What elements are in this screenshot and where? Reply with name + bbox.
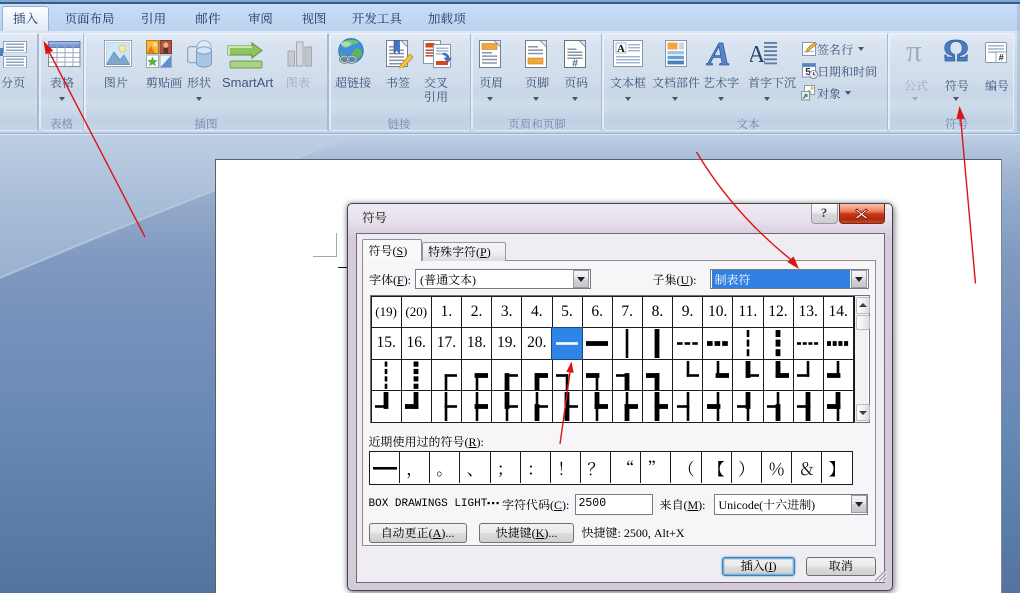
svg-text:π: π xyxy=(906,38,922,65)
svg-text:A: A xyxy=(706,39,730,67)
svg-text:Ω: Ω xyxy=(943,36,969,65)
svg-text:A: A xyxy=(750,42,766,68)
svg-text:#: # xyxy=(572,58,578,69)
svg-text:#: # xyxy=(999,53,1004,63)
svg-text:A: A xyxy=(617,43,625,55)
